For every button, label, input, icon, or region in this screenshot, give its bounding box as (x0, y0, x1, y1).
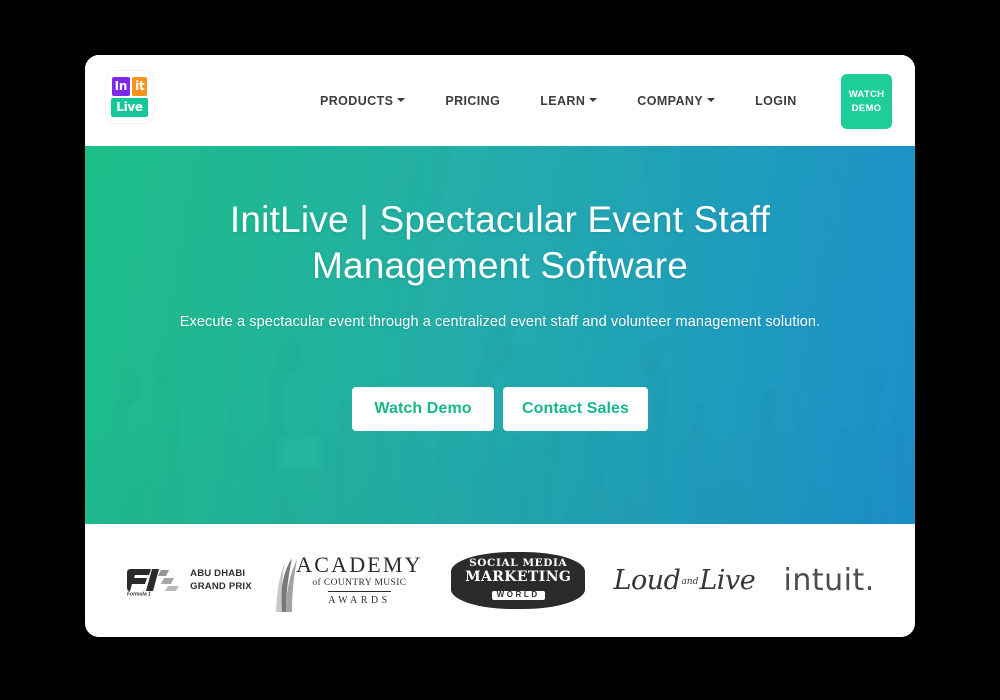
nav-item-products[interactable]: PRODUCTS (300, 94, 425, 108)
abu-dhabi-grand-prix-text: ABU DHABI GRAND PRIX (190, 568, 252, 593)
site-header: In it Live PRODUCTS PRICING LEARN COMPAN… (85, 55, 915, 146)
client-logo-intuit: intuit. (784, 563, 875, 598)
hero-section: InitLive | Spectacular Event Staff Manag… (85, 146, 915, 524)
acm-line-3: AWARDS (328, 590, 391, 606)
acm-line-1: ACADEMY (296, 551, 423, 577)
nav-item-pricing[interactable]: PRICING (425, 94, 520, 108)
logo-bottom-row: Live (111, 98, 148, 117)
smmw-line-2: MARKETING (465, 568, 572, 585)
main-navigation: PRODUCTS PRICING LEARN COMPANY LOGIN (300, 94, 817, 108)
nav-label-login: LOGIN (755, 93, 797, 108)
nav-label-learn: LEARN (540, 93, 586, 108)
acm-swoosh-icon (276, 557, 298, 612)
initlive-logo[interactable]: In it Live (106, 71, 153, 123)
acm-line-2: of COUNTRY MUSIC (312, 577, 407, 588)
nav-label-products: PRODUCTS (320, 93, 394, 108)
nav-label-company: COMPANY (637, 93, 704, 108)
hero-content: InitLive | Spectacular Event Staff Manag… (85, 146, 915, 431)
watch-demo-line-1: WATCH (848, 88, 885, 100)
header-watch-demo-button[interactable]: WATCH DEMO (841, 74, 892, 129)
client-logo-strip: Formula 1 ABU DHABI GRAND PRIX ACADEMY o… (85, 524, 915, 637)
nav-item-company[interactable]: COMPANY (617, 94, 735, 108)
contact-sales-button[interactable]: Contact Sales (503, 386, 648, 431)
logo-block-live: Live (111, 98, 148, 117)
loud-and-live-word-2: and (681, 577, 699, 587)
f1-line-1: ABU DHABI (190, 568, 246, 580)
logo-top-row: In it (111, 77, 148, 96)
hero-headline: InitLive | Spectacular Event Staff Manag… (229, 199, 771, 287)
loud-and-live-word-1: Loud (613, 565, 681, 596)
loud-and-live-word-3: Live (699, 565, 756, 596)
client-logo-abu-dhabi-grand-prix: Formula 1 ABU DHABI GRAND PRIX (125, 566, 252, 597)
hero-subheadline: Execute a spectacular event through a ce… (179, 313, 821, 330)
chevron-down-icon (589, 98, 598, 103)
nav-item-learn[interactable]: LEARN (520, 94, 617, 108)
client-logo-academy-of-country-music-awards: ACADEMY of COUNTRY MUSIC AWARDS (276, 551, 423, 612)
watch-demo-line-2: DEMO (851, 103, 882, 114)
smmw-line-1: SOCIAL MEDIA (469, 556, 568, 569)
nav-item-login[interactable]: LOGIN (735, 94, 817, 108)
intuit-wordmark: intuit. (783, 563, 875, 598)
logo-block-it: it (132, 77, 148, 96)
chevron-down-icon (707, 98, 716, 103)
nav-label-pricing: PRICING (445, 93, 501, 108)
formula-1-icon: Formula 1 (125, 566, 183, 597)
f1-line-2: GRAND PRIX (190, 580, 252, 592)
smmw-line-3: WORLD (491, 591, 545, 600)
hero-cta-group: Watch Demo Contact Sales (85, 386, 915, 431)
logo-block-in: In (111, 77, 131, 96)
client-logo-loud-and-live: LoudandLive (614, 565, 756, 596)
chevron-down-icon (397, 98, 406, 103)
watch-demo-button[interactable]: Watch Demo (352, 386, 494, 431)
svg-text:Formula 1: Formula 1 (127, 591, 151, 596)
client-logo-social-media-marketing-world: SOCIAL MEDIA MARKETING WORLD (451, 551, 586, 610)
browser-page-card: In it Live PRODUCTS PRICING LEARN COMPAN… (85, 55, 915, 637)
